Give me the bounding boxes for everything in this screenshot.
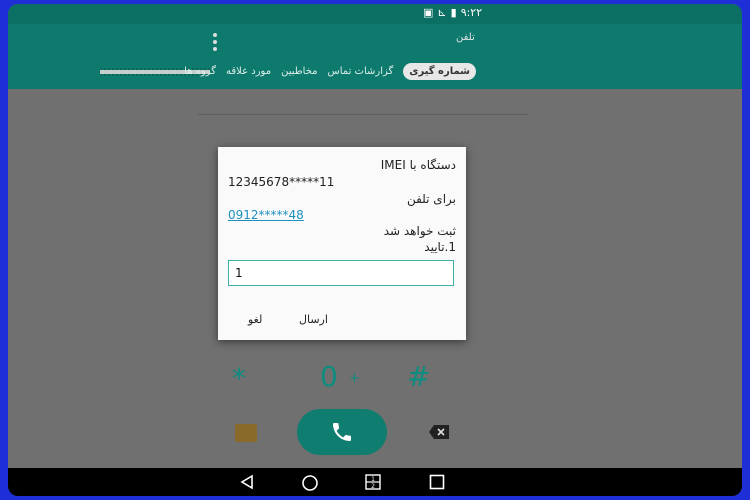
split-screen-icon[interactable]: 1 2 bbox=[365, 474, 381, 490]
dial-key-hash[interactable]: # bbox=[407, 360, 430, 393]
tab-favorites[interactable]: مورد علاقه bbox=[226, 66, 271, 77]
call-button[interactable] bbox=[297, 409, 387, 455]
dialog-text-confirm: 1.تایید bbox=[424, 240, 456, 254]
app-title: تلفن bbox=[456, 32, 475, 43]
status-icons: ▣ ⊾ ▮ ۹:۲۲ bbox=[423, 6, 482, 19]
status-time: ۹:۲۲ bbox=[460, 6, 483, 19]
status-bar: ▣ ⊾ ▮ ۹:۲۲ bbox=[8, 4, 742, 24]
cancel-button[interactable]: لغو bbox=[248, 313, 262, 326]
dial-key-star[interactable]: * bbox=[232, 362, 246, 395]
dial-key-zero[interactable]: 0 bbox=[320, 360, 338, 393]
battery-icon: ▮ bbox=[450, 6, 457, 19]
backspace-icon[interactable] bbox=[428, 424, 450, 444]
send-button[interactable]: ارسال bbox=[299, 313, 328, 326]
notification-icon: ▣ bbox=[423, 6, 434, 19]
signal-icon: ⊾ bbox=[437, 6, 447, 19]
imei-registration-dialog: دستگاه با IMEI 12345678*****11 برای تلفن… bbox=[218, 147, 466, 340]
tab-contacts[interactable]: مخاطبین bbox=[281, 66, 317, 77]
svg-text:1: 1 bbox=[371, 476, 375, 483]
app-bar: تلفن شماره گیری گزارشات تماس مخاطبین مور… bbox=[8, 24, 742, 89]
dialog-text-registered: ثبت خواهد شد bbox=[383, 224, 456, 238]
back-icon[interactable] bbox=[239, 474, 255, 490]
tab-groups[interactable]: گروه ها bbox=[184, 66, 216, 77]
phone-icon bbox=[333, 423, 351, 441]
overflow-menu-icon[interactable] bbox=[213, 33, 217, 51]
home-icon[interactable] bbox=[301, 474, 319, 492]
tab-dialer[interactable]: شماره گیری bbox=[403, 62, 476, 80]
dialog-text-for-phone: برای تلفن bbox=[406, 192, 456, 206]
dialog-text-device: دستگاه با IMEI bbox=[380, 158, 456, 172]
tab-bar: شماره گیری گزارشات تماس مخاطبین مورد علا… bbox=[96, 58, 476, 84]
svg-text:2: 2 bbox=[371, 483, 375, 490]
reply-input[interactable] bbox=[228, 260, 454, 286]
message-icon[interactable] bbox=[235, 424, 257, 442]
dial-key-plus: + bbox=[349, 371, 360, 386]
dialog-imei: 12345678*****11 bbox=[228, 175, 335, 189]
tab-call-log[interactable]: گزارشات تماس bbox=[328, 66, 394, 77]
navigation-bar: 1 2 bbox=[8, 468, 742, 496]
recents-icon[interactable] bbox=[429, 474, 445, 490]
dialog-phone-link[interactable]: 0912*****48 bbox=[228, 208, 304, 222]
divider bbox=[198, 114, 528, 115]
